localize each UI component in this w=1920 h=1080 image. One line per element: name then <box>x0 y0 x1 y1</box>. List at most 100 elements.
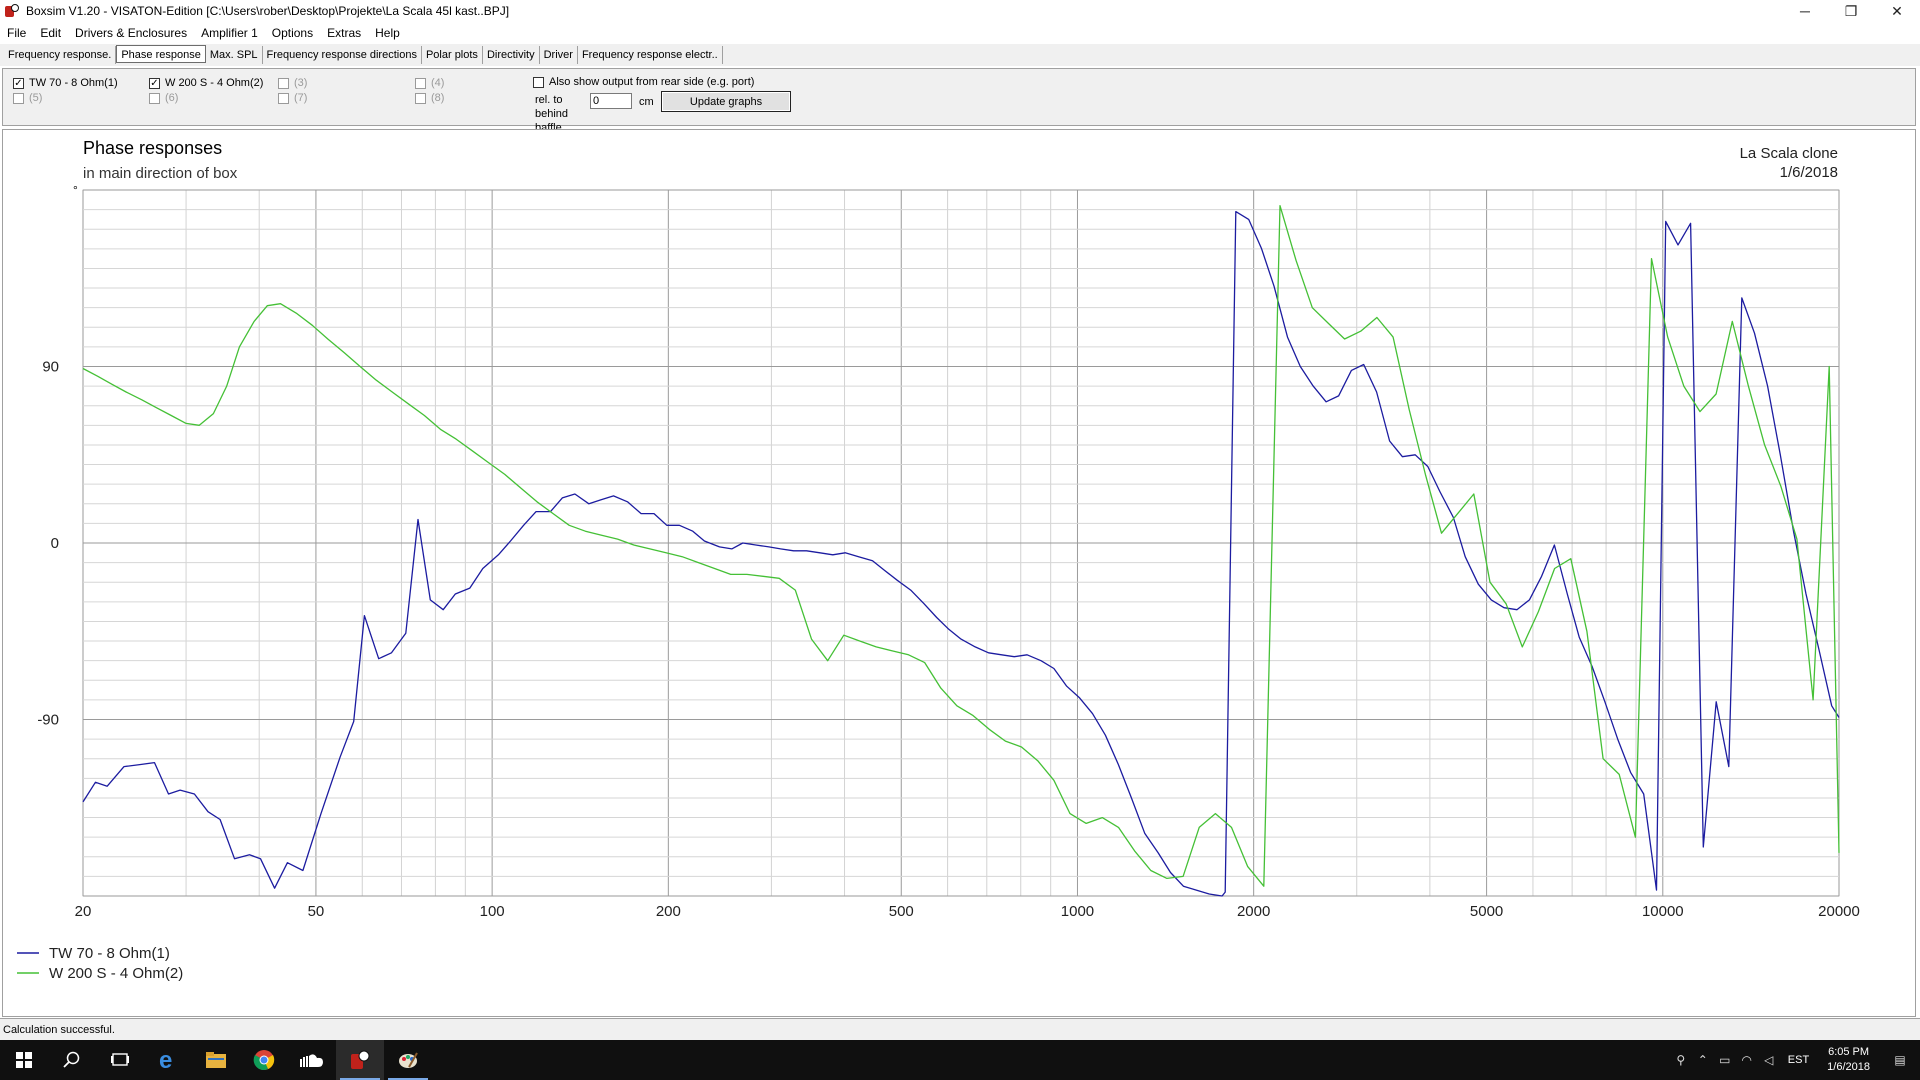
tab-driver[interactable]: Driver <box>540 46 578 64</box>
paint-app-icon[interactable] <box>384 1040 432 1080</box>
unit-label: cm <box>639 96 654 108</box>
driver-checkbox-1[interactable]: ✓ TW 70 - 8 Ohm(1) <box>13 76 118 90</box>
degree-unit: ° <box>73 183 78 197</box>
checkbox-box[interactable] <box>13 92 24 104</box>
menu-file[interactable]: File <box>0 26 33 40</box>
driver-label: W 200 S - 4 Ohm(2) <box>165 77 264 89</box>
boxsim-app-icon[interactable] <box>336 1040 384 1080</box>
project-name: La Scala clone <box>1740 145 1838 162</box>
battery-icon[interactable]: ▭ <box>1714 1053 1736 1067</box>
series-line-1 <box>82 210 1840 897</box>
clock-time: 6:05 PM <box>1828 1046 1870 1058</box>
volume-icon[interactable]: ◁ <box>1758 1053 1780 1067</box>
driver-checkbox-7[interactable]: (7) <box>278 91 307 105</box>
window-title: Boxsim V1.20 - VISATON-Edition [C:\Users… <box>26 4 510 18</box>
x-tick-label: 50 <box>308 903 325 920</box>
boxsim-logo-icon <box>4 3 20 19</box>
update-graphs-button[interactable]: Update graphs <box>661 91 791 112</box>
graph-tabs: Frequency response. Phase response Max. … <box>0 44 1920 66</box>
y-tick-label: -90 <box>37 712 59 729</box>
rear-output-checkbox[interactable]: Also show output from rear side (e.g. po… <box>533 75 754 89</box>
driver-label: (4) <box>431 77 445 89</box>
graph-panel: 20 50 100 200 500 1000 2000 5000 10000 20000 90 0 -9… <box>2 129 1916 1017</box>
file-explorer-icon[interactable] <box>192 1040 240 1080</box>
chrome-icon[interactable] <box>240 1040 288 1080</box>
menu-bar: File Edit Drivers & Enclosures Amplifier… <box>0 22 1920 44</box>
rear-distance-input[interactable] <box>590 93 632 109</box>
svg-text:e: e <box>159 1049 172 1071</box>
driver-selection-panel: ✓ TW 70 - 8 Ohm(1) ✓ W 200 S - 4 Ohm(2) (3… <box>2 68 1916 134</box>
menu-options[interactable]: Options <box>265 26 320 40</box>
y-tick-label: 0 <box>51 535 59 552</box>
tab-polar-plots[interactable]: Polar plots <box>422 46 483 64</box>
x-tick-label: 5000 <box>1470 903 1503 920</box>
driver-label: (8) <box>431 92 445 104</box>
chart-subtitle: in main direction of box <box>83 165 238 182</box>
driver-checkbox-6[interactable]: (6) <box>149 91 178 105</box>
checkbox-box[interactable] <box>415 77 426 89</box>
menu-extras[interactable]: Extras <box>320 26 368 40</box>
title-bar: Boxsim V1.20 - VISATON-Edition [C:\Users… <box>0 0 1920 22</box>
driver-label: (5) <box>29 92 43 104</box>
checkbox-box[interactable] <box>415 92 426 104</box>
menu-help[interactable]: Help <box>368 26 407 40</box>
checkbox-box[interactable]: ✓ <box>149 77 160 89</box>
chevron-up-icon[interactable]: ⌃ <box>1692 1053 1714 1067</box>
menu-drivers-enclosures[interactable]: Drivers & Enclosures <box>68 26 194 40</box>
clock-date: 1/6/2018 <box>1827 1061 1870 1073</box>
edge-browser-icon[interactable]: e <box>144 1040 192 1080</box>
maximize-button[interactable]: ❐ <box>1828 0 1874 22</box>
x-tick-label: 200 <box>656 903 681 920</box>
windows-start-icon[interactable] <box>0 1040 48 1080</box>
task-view-icon[interactable] <box>96 1040 144 1080</box>
x-tick-label: 10000 <box>1642 903 1684 920</box>
x-tick-label: 20000 <box>1818 903 1860 920</box>
driver-checkbox-8[interactable]: (8) <box>415 91 444 105</box>
notifications-icon[interactable]: ▤ <box>1880 1053 1920 1067</box>
driver-label: (7) <box>294 92 308 104</box>
driver-checkbox-3[interactable]: (3) <box>278 76 307 90</box>
checkbox-box[interactable]: ✓ <box>13 77 24 89</box>
wifi-icon[interactable]: ◠ <box>1736 1053 1758 1067</box>
tab-max-spl[interactable]: Max. SPL <box>206 46 263 64</box>
x-tick-label: 500 <box>889 903 914 920</box>
driver-label: (3) <box>294 77 308 89</box>
driver-checkbox-2[interactable]: ✓ W 200 S - 4 Ohm(2) <box>149 76 263 90</box>
x-tick-label: 1000 <box>1061 903 1094 920</box>
tab-directivity[interactable]: Directivity <box>483 46 540 64</box>
status-text: Calculation successful. <box>3 1023 115 1036</box>
chart-title: Phase responses <box>83 138 222 158</box>
driver-checkbox-4[interactable]: (4) <box>415 76 444 90</box>
windows-taskbar: e ⚲ ⌃ ▭ ◠ ◁ EST 6:05 PM 1/6/2018 ▤ <box>0 1040 1920 1080</box>
tab-frequency-response[interactable]: Frequency response. <box>4 46 117 64</box>
driver-label: TW 70 - 8 Ohm(1) <box>29 77 118 89</box>
project-date: 1/6/2018 <box>1780 164 1838 181</box>
x-tick-label: 20 <box>75 903 92 920</box>
checkbox-box[interactable] <box>278 77 289 89</box>
menu-amplifier[interactable]: Amplifier 1 <box>194 26 265 40</box>
checkbox-box[interactable] <box>149 92 160 104</box>
close-button[interactable]: ✕ <box>1874 0 1920 22</box>
soundcloud-icon[interactable] <box>288 1040 336 1080</box>
checkbox-box[interactable] <box>278 92 289 104</box>
language-indicator[interactable]: EST <box>1788 1054 1809 1066</box>
x-tick-label: 2000 <box>1237 903 1270 920</box>
checkbox-box[interactable] <box>533 76 544 88</box>
minimize-button[interactable]: ─ <box>1782 0 1828 22</box>
menu-edit[interactable]: Edit <box>33 26 68 40</box>
driver-checkbox-5[interactable]: (5) <box>13 91 42 105</box>
tab-frequency-response-electrical[interactable]: Frequency response electr.. <box>578 46 723 64</box>
tab-frequency-response-directions[interactable]: Frequency response directions <box>263 46 422 64</box>
legend-label-2: W 200 S - 4 Ohm(2) <box>49 965 183 982</box>
people-icon[interactable]: ⚲ <box>1670 1053 1692 1067</box>
rear-output-label: Also show output from rear side (e.g. po… <box>549 76 755 88</box>
tab-phase-response[interactable]: Phase response <box>116 45 206 63</box>
y-tick-label: 90 <box>42 359 59 376</box>
clock[interactable]: 6:05 PM 1/6/2018 <box>1827 1045 1870 1075</box>
x-tick-label: 100 <box>480 903 505 920</box>
search-icon[interactable] <box>48 1040 96 1080</box>
phase-response-chart: 20 50 100 200 500 1000 2000 5000 10000 20000 90 0 -9… <box>17 138 1860 982</box>
legend-label-1: TW 70 - 8 Ohm(1) <box>49 945 170 962</box>
driver-label: (6) <box>165 92 179 104</box>
status-bar: Calculation successful. <box>0 1018 1920 1040</box>
